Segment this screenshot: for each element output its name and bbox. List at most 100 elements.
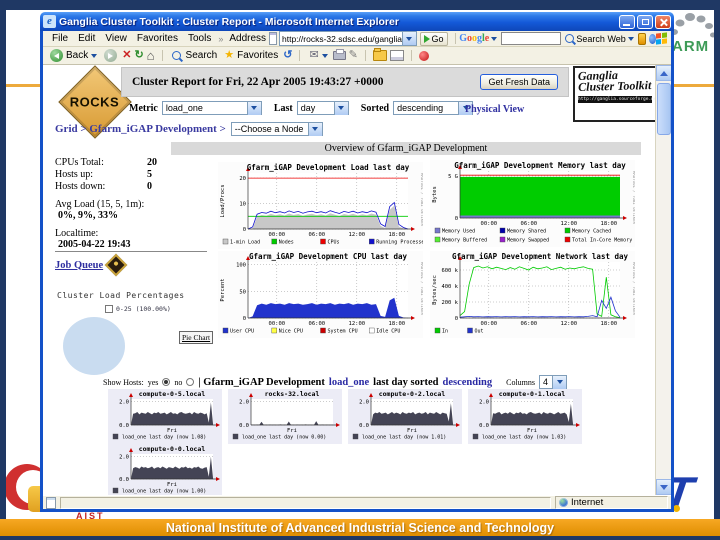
chart-cluster-network[interactable]: 0 200 k 400 k 600 k 00:00 06:00 12:00 18:00 Gfar… [430,251,637,338]
host-chart-compute-0-2[interactable]: 0.0 2.0 Fri compute-0-2.local load_one last … [348,389,462,444]
favorites-label: Favorites [237,50,279,61]
back-button[interactable]: Back [48,49,99,62]
forward-button[interactable] [102,49,119,62]
chart-cluster-load[interactable]: 0 10 20 00:00 06:00 12:00 18:00 Gfarm_iGAP Deve… [218,162,427,249]
columns-select[interactable]: 4 [539,375,568,389]
svg-text:Idle CPU: Idle CPU [376,329,400,335]
breadcrumb-text[interactable]: Grid > Gfarm_iGAP Development > [55,123,226,135]
svg-text:Fri: Fri [527,428,537,434]
hosts-up-label: Hosts up: [55,169,94,180]
scrollbar-thumb[interactable] [657,83,671,135]
job-queue-link[interactable]: Job Queue [55,260,103,271]
svg-text:00:00: 00:00 [269,232,286,238]
google-search-input[interactable] [501,32,562,45]
svg-text:06:00: 06:00 [521,321,538,327]
address-input[interactable]: http://rocks-32.sdsc.edu/ganglia/?m=load… [279,31,417,46]
vertical-scrollbar[interactable] [655,65,671,495]
close-icon [663,18,664,27]
chart-cluster-cpu[interactable]: 0 50 100 00:00 06:00 12:00 18:00 Gfarm_iGAP Dev… [218,251,425,338]
svg-text:2.0: 2.0 [359,399,369,405]
scroll-up-button[interactable] [656,65,671,81]
minimize-button[interactable] [619,14,635,29]
svg-text:load_one last day (now 1.00): load_one last day (now 1.00) [122,489,206,495]
favorites-star-icon: ★ [224,49,235,61]
mail-button[interactable]: ✉ [307,50,329,61]
show-hosts-yes-radio[interactable] [162,378,171,386]
svg-text:00:00: 00:00 [269,321,286,327]
menu-file[interactable]: File [47,33,73,44]
columns-label: Columns [506,377,536,387]
physical-view-link[interactable]: Physical View [465,104,524,115]
refresh-button[interactable]: ↻ [134,50,143,61]
back-arrow-icon [50,49,63,62]
legend-swatch-icon [105,305,113,313]
show-hosts-no-radio[interactable] [186,378,195,386]
history-button[interactable]: ↺ [283,50,292,61]
svg-text:rocks-32.local: rocks-32.local [265,390,320,398]
menu-view[interactable]: View [100,33,132,44]
hosts-down-label: Hosts down: [55,181,106,192]
favorites-button[interactable]: ★ Favorites [222,49,280,62]
folder-toolbar-icon[interactable] [372,48,387,61]
scroll-down-button[interactable] [656,479,671,495]
svg-text:0: 0 [243,316,246,322]
stop-button[interactable]: ✕ [122,50,131,61]
metric-select[interactable]: load_one [161,101,262,115]
close-button[interactable] [655,14,671,29]
chevron-up-icon [660,70,668,76]
svg-text:18:00: 18:00 [601,321,618,327]
search-web-chevron-icon[interactable] [627,36,634,41]
svg-text:100: 100 [236,263,246,269]
svg-text:load_one last day (now 0.00): load_one last day (now 0.00) [242,435,326,441]
go-button[interactable]: Go [419,31,448,46]
search-web-button[interactable]: Search Web [576,34,625,44]
host-chart-compute-0-1[interactable]: 0.0 2.0 Fri compute-0-1.local load_one last … [468,389,582,444]
host-chart-compute-0-5[interactable]: 0.0 2.0 Fri compute-0-5.local load_one last … [108,389,222,444]
search-button[interactable]: Search [170,50,220,61]
sorted-select[interactable]: descending [393,101,474,115]
host-chart-rocks-32[interactable]: 0.0 2.0 Fri rocks-32.local load_one last day… [228,389,342,444]
svg-text:0.0: 0.0 [479,423,489,429]
last-select[interactable]: day [296,101,349,115]
svg-text:0.0: 0.0 [119,423,129,429]
print-button[interactable] [332,49,346,60]
sorted-label: Sorted [360,102,390,114]
show-hosts-label: Show Hosts: [103,377,144,387]
capture-toolbar-icon[interactable] [389,50,404,61]
host-chart-compute-0-0[interactable]: 0.0 2.0 Fri compute-0-0.local load_one last … [108,444,222,495]
address-label: Address [229,33,267,44]
menu-overflow-chevron-icon[interactable]: » [216,34,225,44]
overview-title: Overview of Gfarm_iGAP Development [171,142,641,155]
svg-text:20: 20 [239,176,246,182]
choose-node-select[interactable]: --Choose a Node [230,122,323,136]
slide-border-left [0,0,6,540]
messenger-toolbar-icon[interactable] [418,50,429,61]
toolbar-extension-icon-1[interactable] [637,32,647,45]
address-dropdown-button[interactable] [401,32,416,45]
go-label: Go [431,33,444,44]
menu-edit[interactable]: Edit [73,33,100,44]
menu-tools[interactable]: Tools [183,33,216,44]
toolbar-extension-icon-2[interactable] [649,33,656,44]
svg-text:Memory Swapped: Memory Swapped [507,238,549,244]
svg-text:0: 0 [455,316,458,322]
google-menu-chevron-icon[interactable] [491,36,498,41]
get-fresh-data-button[interactable]: Get Fresh Data [480,74,558,90]
avg-load-label: Avg Load (15, 5, 1m): [55,199,145,210]
home-button[interactable]: ⌂ [147,49,155,62]
pie-chart-button[interactable]: Pie Chart [179,331,214,344]
status-panel [60,496,551,509]
svg-text:06:00: 06:00 [309,232,326,238]
window-titlebar[interactable]: e Ganglia Cluster Toolkit : Cluster Repo… [40,12,674,31]
chart-cluster-memory[interactable]: 0 5 G 00:00 06:00 12:00 18:00 Gfarm_iGAP Devel… [430,160,637,247]
back-history-chevron-icon[interactable] [91,53,98,58]
job-queue: Job Queue [55,253,128,277]
document-icon [46,496,56,509]
pie-chart-title: Cluster Load Percentages [57,291,185,300]
menu-favorites[interactable]: Favorites [132,33,183,44]
svg-text:Nice CPU: Nice CPU [279,329,303,335]
edit-button[interactable]: ✎ [349,50,358,61]
svg-text:Bytes: Bytes [432,186,438,203]
forward-arrow-icon [104,49,118,62]
maximize-button[interactable] [637,14,653,29]
